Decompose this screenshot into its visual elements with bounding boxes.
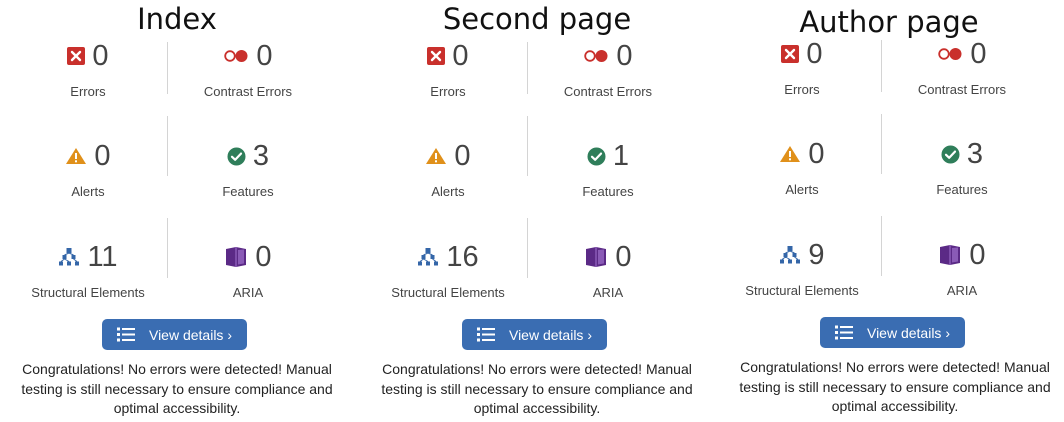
- stat-contrast-errors: 0 Contrast Errors: [168, 36, 328, 126]
- aria-count: 0: [969, 239, 986, 271]
- report-panel-index: Index 0 Errors 0 Contrast Errors 0 Alert…: [4, 0, 350, 422]
- stats-grid: 0 Errors 0 Contrast Errors 0 Alerts: [8, 36, 328, 304]
- aria-box-icon: [584, 246, 608, 268]
- stat-features: 3 Features: [168, 136, 328, 226]
- stat-features: 1 Features: [528, 136, 688, 226]
- alerts-label: Alerts: [785, 182, 819, 197]
- alerts-label: Alerts: [71, 184, 105, 199]
- stat-contrast-errors: 0 Contrast Errors: [882, 34, 1042, 124]
- errors-label: Errors: [784, 82, 820, 97]
- panel-title: Second page: [442, 2, 632, 36]
- errors-label: Errors: [70, 84, 106, 99]
- stats-grid: 0 Errors 0 Contrast Errors 0 Alerts: [722, 34, 1042, 302]
- feature-check-icon: [587, 147, 606, 166]
- view-details-label: View details ›: [148, 326, 232, 343]
- alert-triangle-icon: [65, 147, 87, 165]
- contrast-label: Contrast Errors: [563, 84, 653, 99]
- structural-label: Structural Elements: [745, 283, 859, 298]
- alerts-count: 0: [94, 140, 111, 172]
- contrast-icon: [583, 49, 609, 63]
- aria-box-icon: [938, 244, 962, 266]
- panel-title: Index: [137, 2, 217, 36]
- list-icon: [834, 325, 853, 340]
- errors-label: Errors: [430, 84, 466, 99]
- stat-structural-elements: 16 Structural Elements: [368, 237, 528, 327]
- stat-aria: 0 ARIA: [528, 237, 688, 327]
- alerts-count: 0: [454, 140, 471, 172]
- error-x-icon: [67, 47, 86, 65]
- stat-structural-elements: 11 Structural Elements: [8, 237, 168, 327]
- contrast-count: 0: [970, 38, 987, 70]
- aria-count: 0: [255, 241, 272, 273]
- errors-count: 0: [806, 38, 823, 70]
- list-icon: [116, 327, 135, 342]
- alerts-count: 0: [808, 138, 825, 170]
- view-details-label: View details ›: [866, 324, 950, 341]
- stat-alerts: 0 Alerts: [8, 136, 168, 226]
- structural-count: 11: [87, 241, 118, 273]
- features-label: Features: [222, 184, 274, 199]
- error-x-icon: [427, 47, 446, 65]
- stats-grid: 0 Errors 0 Contrast Errors 0 Alerts: [368, 36, 688, 304]
- stat-errors: 0 Errors: [722, 34, 882, 124]
- error-x-icon: [781, 45, 800, 63]
- stat-structural-elements: 9 Structural Elements: [722, 235, 882, 325]
- aria-box-icon: [224, 246, 248, 268]
- structure-tree-icon: [779, 245, 801, 265]
- contrast-label: Contrast Errors: [917, 82, 1007, 97]
- structural-label: Structural Elements: [391, 285, 505, 300]
- aria-label: ARIA: [592, 285, 624, 300]
- alert-triangle-icon: [425, 147, 447, 165]
- congratulations-message: Congratulations! No errors were detected…: [739, 359, 1051, 414]
- view-details-label: View details ›: [508, 326, 592, 343]
- contrast-icon: [937, 47, 963, 61]
- features-count: 3: [966, 138, 984, 170]
- aria-label: ARIA: [232, 285, 264, 300]
- congratulations-message: Congratulations! No errors were detected…: [21, 361, 333, 416]
- aria-label: ARIA: [946, 283, 978, 298]
- report-panel-second-page: Second page 0 Errors 0 Contrast Errors 0…: [364, 0, 710, 422]
- aria-count: 0: [615, 241, 632, 273]
- stat-aria: 0 ARIA: [882, 235, 1042, 325]
- stat-alerts: 0 Alerts: [722, 134, 882, 224]
- stat-alerts: 0 Alerts: [368, 136, 528, 226]
- features-count: 1: [612, 140, 630, 172]
- view-details-button[interactable]: View details ›: [820, 317, 965, 348]
- structural-label: Structural Elements: [31, 285, 145, 300]
- stat-errors: 0 Errors: [8, 36, 168, 126]
- structure-tree-icon: [58, 247, 80, 267]
- errors-count: 0: [452, 40, 469, 72]
- contrast-label: Contrast Errors: [203, 84, 293, 99]
- stat-contrast-errors: 0 Contrast Errors: [528, 36, 688, 126]
- view-details-button[interactable]: View details ›: [462, 319, 607, 350]
- features-label: Features: [582, 184, 634, 199]
- stat-aria: 0 ARIA: [168, 237, 328, 327]
- structural-count: 16: [446, 241, 479, 273]
- alerts-label: Alerts: [431, 184, 465, 199]
- contrast-count: 0: [256, 40, 273, 72]
- view-details-button[interactable]: View details ›: [102, 319, 247, 350]
- alert-triangle-icon: [779, 145, 801, 163]
- report-panel-author-page: Author page 0 Errors 0 Contrast Errors 0…: [716, 0, 1062, 422]
- features-count: 3: [252, 140, 270, 172]
- structure-tree-icon: [417, 247, 439, 267]
- feature-check-icon: [227, 147, 246, 166]
- structural-count: 9: [808, 239, 825, 271]
- contrast-count: 0: [616, 40, 633, 72]
- feature-check-icon: [941, 145, 960, 164]
- congratulations-message: Congratulations! No errors were detected…: [381, 361, 693, 416]
- stat-features: 3 Features: [882, 134, 1042, 224]
- list-icon: [476, 327, 495, 342]
- errors-count: 0: [92, 40, 109, 72]
- features-label: Features: [936, 182, 988, 197]
- stat-errors: 0 Errors: [368, 36, 528, 126]
- contrast-icon: [223, 49, 249, 63]
